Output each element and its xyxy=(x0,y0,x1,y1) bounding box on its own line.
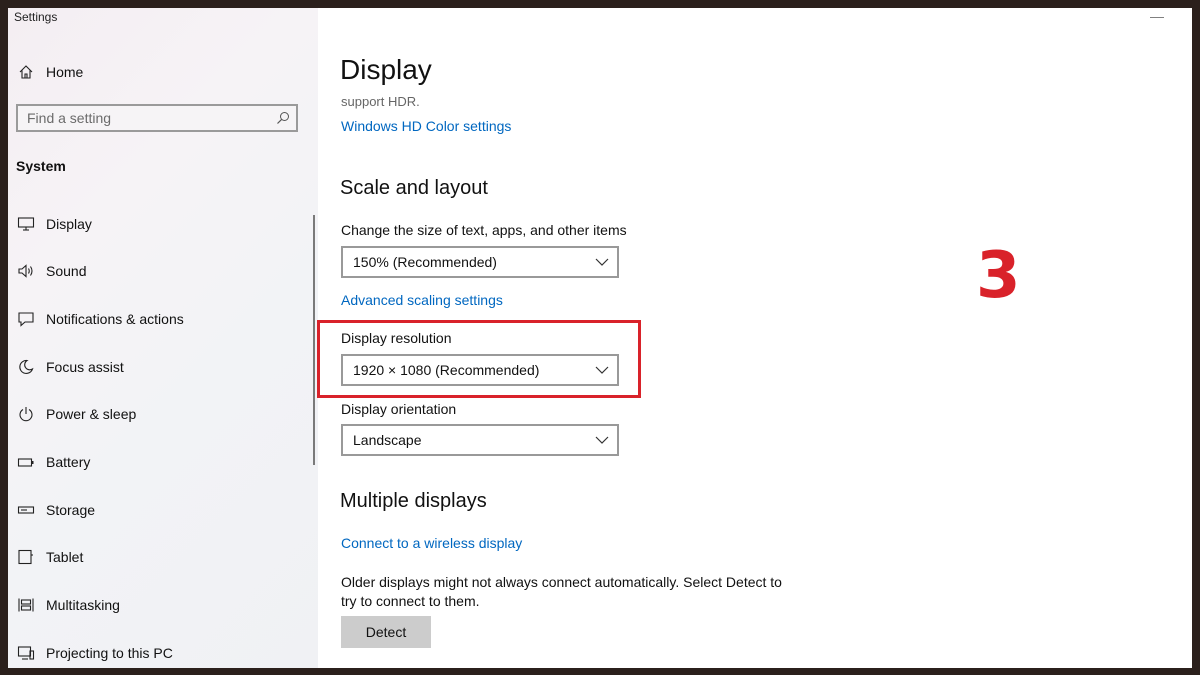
sidebar-item-label: Notifications & actions xyxy=(46,311,184,327)
orientation-label: Display orientation xyxy=(341,401,457,417)
sidebar-item-storage[interactable]: Storage xyxy=(8,490,313,530)
scale-dropdown-value: 150% (Recommended) xyxy=(353,254,497,270)
sidebar-item-label: Projecting to this PC xyxy=(46,645,173,661)
multiple-displays-heading: Multiple displays xyxy=(340,490,487,512)
settings-window: Settings Home System Display Sound xyxy=(8,8,1192,668)
windows-hd-color-link[interactable]: Windows HD Color settings xyxy=(341,118,511,134)
scale-dropdown[interactable]: 150% (Recommended) xyxy=(341,246,619,278)
annotation-step-number: 3 xyxy=(976,239,1021,313)
home-icon xyxy=(16,62,36,82)
moon-icon xyxy=(16,357,36,377)
monitor-icon xyxy=(16,214,36,234)
sidebar-item-label: Tablet xyxy=(46,549,84,565)
sidebar: Settings Home System Display Sound xyxy=(8,8,318,668)
sidebar-item-focus-assist[interactable]: Focus assist xyxy=(8,347,313,387)
search-box[interactable] xyxy=(16,104,298,132)
advanced-scaling-link[interactable]: Advanced scaling settings xyxy=(341,292,503,308)
sidebar-item-label: Sound xyxy=(46,263,87,279)
chevron-down-icon xyxy=(595,436,609,444)
projecting-icon xyxy=(16,643,36,663)
sidebar-item-sound[interactable]: Sound xyxy=(8,251,313,291)
sidebar-item-label: Battery xyxy=(46,454,91,470)
orientation-dropdown-value: Landscape xyxy=(353,432,422,448)
search-icon[interactable] xyxy=(276,111,290,125)
sidebar-item-tablet[interactable]: Tablet xyxy=(8,537,313,577)
wireless-display-link[interactable]: Connect to a wireless display xyxy=(341,535,522,551)
sidebar-item-label: Display xyxy=(46,216,92,232)
sidebar-item-label: Multitasking xyxy=(46,597,120,613)
sidebar-item-battery[interactable]: Battery xyxy=(8,442,313,482)
scale-layout-heading: Scale and layout xyxy=(340,177,488,199)
page-title: Display xyxy=(340,54,432,85)
sidebar-item-display[interactable]: Display xyxy=(8,204,313,244)
home-label: Home xyxy=(46,64,84,80)
orientation-dropdown[interactable]: Landscape xyxy=(341,424,619,456)
annotation-highlight-box xyxy=(317,320,641,398)
sidebar-item-label: Power & sleep xyxy=(46,406,137,422)
power-icon xyxy=(16,404,36,424)
tablet-icon xyxy=(16,547,36,567)
scale-label: Change the size of text, apps, and other… xyxy=(341,222,627,238)
sidebar-item-home[interactable]: Home xyxy=(8,52,313,92)
hdr-support-text: support HDR. xyxy=(341,94,420,109)
detect-description: Older displays might not always connect … xyxy=(341,574,782,609)
battery-icon xyxy=(16,452,36,472)
detect-button[interactable]: Detect xyxy=(341,616,431,648)
sidebar-item-power-sleep[interactable]: Power & sleep xyxy=(8,394,313,434)
section-label-system: System xyxy=(16,158,66,174)
search-input[interactable] xyxy=(18,109,259,127)
sidebar-item-notifications[interactable]: Notifications & actions xyxy=(8,299,313,339)
multitasking-icon xyxy=(16,595,36,615)
sidebar-item-label: Storage xyxy=(46,502,96,518)
sidebar-item-multitasking[interactable]: Multitasking xyxy=(8,585,313,625)
chevron-down-icon xyxy=(595,258,609,266)
message-icon xyxy=(16,309,36,329)
speaker-icon xyxy=(16,261,36,281)
main-content: Display support HDR. Windows HD Color se… xyxy=(317,8,1192,668)
sidebar-item-label: Focus assist xyxy=(46,359,124,375)
window-title: Settings xyxy=(14,10,58,24)
storage-icon xyxy=(16,500,36,520)
sidebar-item-projecting[interactable]: Projecting to this PC xyxy=(8,633,313,668)
sidebar-scrollbar[interactable] xyxy=(313,215,315,465)
